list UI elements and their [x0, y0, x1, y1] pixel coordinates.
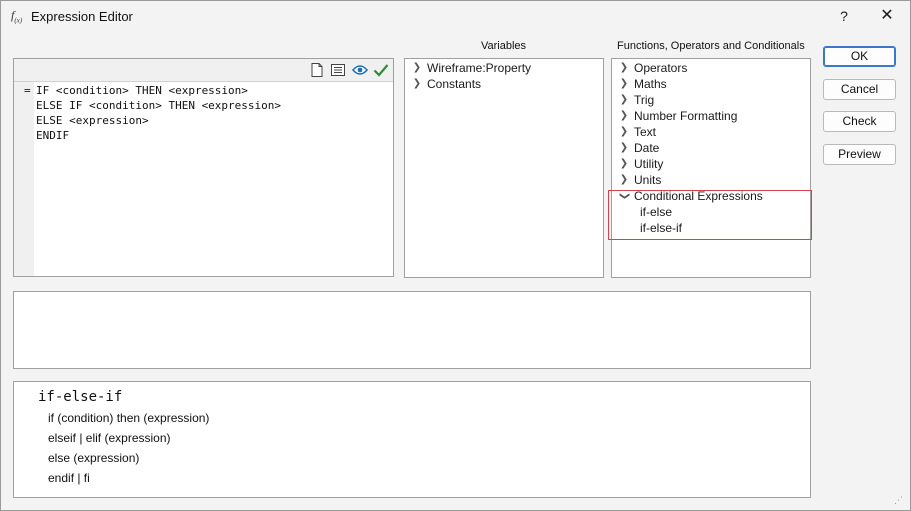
tree-item-text[interactable]: ❯ Text	[618, 124, 656, 140]
help-line: else (expression)	[48, 451, 140, 465]
line-marker: =	[24, 84, 31, 97]
expression-editor[interactable]: = IF <condition> THEN <expression> ELSE …	[13, 58, 394, 277]
eye-icon[interactable]	[352, 62, 368, 78]
tree-item-if-else[interactable]: if-else	[640, 204, 672, 220]
tree-item-label: Trig	[634, 93, 655, 107]
tree-item-label: Maths	[634, 77, 667, 91]
help-button[interactable]: ?	[833, 5, 855, 27]
tree-item-number-formatting[interactable]: ❯ Number Formatting	[618, 108, 738, 124]
new-document-icon[interactable]	[309, 62, 325, 78]
tree-item-conditional-expressions[interactable]: ❯ Conditional Expressions	[618, 188, 763, 204]
help-title: if-else-if	[38, 389, 123, 405]
functions-tree: ❯ Operators ❯ Maths ❯ Trig ❯ Number Form…	[611, 58, 811, 278]
chevron-right-icon[interactable]: ❯	[618, 140, 630, 156]
tree-item-label: Operators	[634, 61, 688, 75]
help-panel: if-else-if if (condition) then (expressi…	[13, 381, 811, 498]
chevron-right-icon[interactable]: ❯	[618, 92, 630, 108]
title-bar: f(x) Expression Editor ? ✕	[1, 1, 910, 32]
tree-item-maths[interactable]: ❯ Maths	[618, 76, 667, 92]
editor-toolbar	[14, 59, 393, 82]
ok-button[interactable]: OK	[823, 46, 896, 67]
tree-item-label: if-else-if	[640, 221, 683, 235]
help-line: elseif | elif (expression)	[48, 431, 171, 445]
tree-item-label: Date	[634, 141, 660, 155]
help-line: if (condition) then (expression)	[48, 411, 210, 425]
tree-item-if-else-if[interactable]: if-else-if	[640, 220, 682, 236]
help-line: endif | fi	[48, 471, 90, 485]
cancel-button[interactable]: Cancel	[823, 79, 896, 100]
chevron-right-icon[interactable]: ❯	[618, 76, 630, 92]
tree-item-operators[interactable]: ❯ Operators	[618, 60, 688, 76]
tree-item-date[interactable]: ❯ Date	[618, 140, 660, 156]
variables-tree: ❯ Wireframe:Property ❯ Constants	[404, 58, 604, 278]
chevron-right-icon[interactable]: ❯	[618, 124, 630, 140]
code-line: ENDIF	[36, 129, 70, 142]
chevron-right-icon[interactable]: ❯	[618, 156, 630, 172]
resize-grip-icon[interactable]: ⋰	[894, 494, 906, 506]
chevron-right-icon[interactable]: ❯	[618, 172, 630, 188]
tree-item-label: if-else	[640, 205, 673, 219]
tree-item-trig[interactable]: ❯ Trig	[618, 92, 654, 108]
list-view-icon[interactable]	[330, 62, 346, 78]
function-icon: f(x)	[11, 8, 23, 25]
code-line: IF <condition> THEN <expression>	[36, 84, 248, 97]
tree-item-utility[interactable]: ❯ Utility	[618, 156, 664, 172]
tree-item-label: Utility	[634, 157, 664, 171]
variables-header: Variables	[481, 40, 527, 52]
tree-item-label: Units	[634, 173, 662, 187]
chevron-right-icon[interactable]: ❯	[411, 76, 423, 92]
check-icon[interactable]	[373, 62, 389, 78]
tree-item-label: Constants	[427, 77, 482, 91]
preview-button[interactable]: Preview	[823, 144, 896, 165]
tree-item-label: Wireframe:Property	[427, 61, 532, 75]
tree-item-label: Text	[634, 125, 657, 139]
chevron-down-icon[interactable]: ❯	[616, 190, 632, 202]
close-button[interactable]: ✕	[876, 5, 898, 27]
code-line: ELSE IF <condition> THEN <expression>	[36, 99, 282, 112]
tree-item-constants[interactable]: ❯ Constants	[411, 76, 481, 92]
tree-item-label: Number Formatting	[634, 109, 738, 123]
chevron-right-icon[interactable]: ❯	[411, 60, 423, 76]
result-panel	[13, 291, 811, 369]
window-title: Expression Editor	[31, 9, 133, 24]
tree-item-label: Conditional Expressions	[634, 189, 763, 203]
editor-gutter	[14, 82, 34, 276]
expression-editor-window: f(x) Expression Editor ? ✕ Variables Fun…	[0, 0, 911, 511]
functions-header: Functions, Operators and Conditionals	[617, 40, 805, 52]
code-line: ELSE <expression>	[36, 114, 149, 127]
tree-item-units[interactable]: ❯ Units	[618, 172, 662, 188]
chevron-right-icon[interactable]: ❯	[618, 60, 630, 76]
check-button[interactable]: Check	[823, 111, 896, 132]
tree-item-wireframe-property[interactable]: ❯ Wireframe:Property	[411, 60, 531, 76]
chevron-right-icon[interactable]: ❯	[618, 108, 630, 124]
